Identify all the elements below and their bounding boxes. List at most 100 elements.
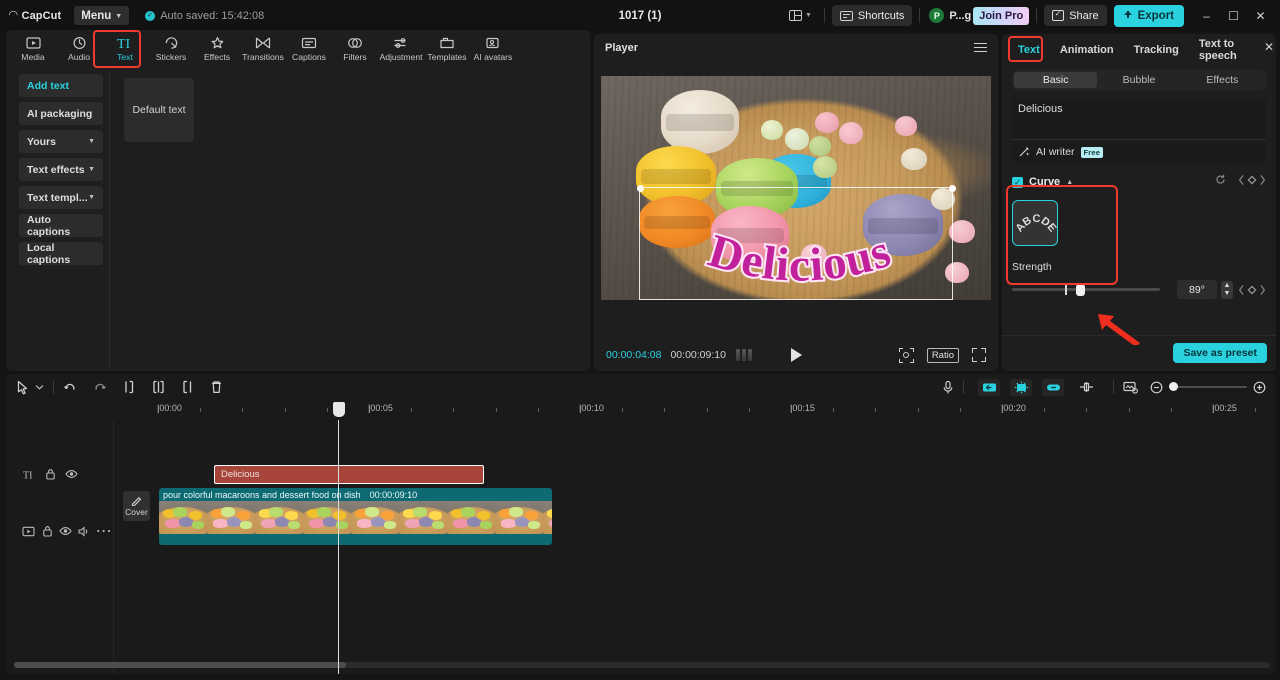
- sidebar-item-text-effects[interactable]: Text effects ▼: [19, 158, 103, 181]
- zoom-in-icon[interactable]: [1253, 381, 1266, 394]
- video-clip[interactable]: pour colorful macaroons and dessert food…: [159, 488, 552, 545]
- tool-tab-adjustment[interactable]: Adjustment: [378, 31, 424, 67]
- segment-effects[interactable]: Effects: [1181, 72, 1264, 88]
- curve-preset-thumbnail[interactable]: ABCDE: [1012, 200, 1058, 246]
- strength-stepper[interactable]: ▲▼: [1221, 281, 1233, 299]
- split-clip-icon[interactable]: [1079, 381, 1094, 393]
- export-button[interactable]: Export: [1114, 5, 1184, 27]
- crop-icon[interactable]: [899, 348, 914, 363]
- horizontal-scrollbar[interactable]: [14, 662, 1270, 668]
- tab-tracking[interactable]: Tracking: [1124, 35, 1189, 65]
- keyframe-icon[interactable]: [1238, 173, 1266, 191]
- share-button[interactable]: Share: [1044, 5, 1106, 26]
- tab-animation[interactable]: Animation: [1050, 35, 1124, 65]
- playhead[interactable]: [338, 420, 339, 674]
- fullscreen-icon[interactable]: [972, 348, 986, 362]
- tool-tab-templates[interactable]: Templates: [424, 31, 470, 67]
- timeline-ruler[interactable]: |00:00 |00:05 |00:10 |00:15 |00:20 |00:2…: [6, 400, 1276, 420]
- macaron-thumb: [173, 507, 187, 517]
- divider: [53, 380, 54, 394]
- text-content-input[interactable]: Delicious: [1012, 98, 1266, 140]
- resize-handle-top-right[interactable]: [949, 185, 956, 192]
- account-button[interactable]: P P...g: [927, 8, 973, 23]
- select-tool-dropdown-icon[interactable]: [35, 384, 44, 390]
- sidebar-item-auto-captions[interactable]: Auto captions: [19, 214, 103, 237]
- zoom-slider-handle[interactable]: [1169, 382, 1178, 391]
- sidebar-item-local-captions[interactable]: Local captions: [19, 242, 103, 265]
- maximize-button[interactable]: ☐: [1220, 4, 1247, 28]
- tab-text-to-speech[interactable]: Text to speech: [1189, 35, 1270, 65]
- stepper-down-icon: ▼: [1224, 290, 1231, 297]
- shortcuts-button[interactable]: Shortcuts: [832, 5, 912, 26]
- sidebar-item-text-templates[interactable]: Text templ... ▼: [19, 186, 103, 209]
- minimize-button[interactable]: –: [1193, 4, 1220, 28]
- ruler-tick: [158, 405, 159, 413]
- resize-handle-top-left[interactable]: [637, 185, 644, 192]
- text-selection-box[interactable]: [639, 187, 953, 300]
- select-tool-icon[interactable]: [16, 380, 30, 395]
- tab-text[interactable]: Text: [1008, 35, 1050, 65]
- menu-button[interactable]: Menu ▼: [74, 6, 129, 25]
- scrollbar-thumb[interactable]: [14, 662, 346, 668]
- tool-tab-ai-avatars[interactable]: AI avatars: [470, 31, 516, 67]
- tool-tab-media[interactable]: Media: [10, 31, 56, 67]
- chevron-down-icon: ▼: [115, 13, 122, 20]
- more-options-icon[interactable]: ⋯: [94, 521, 113, 541]
- play-button[interactable]: [594, 348, 998, 362]
- split-icon[interactable]: [152, 380, 165, 394]
- cover-button[interactable]: Cover: [123, 491, 150, 521]
- tool-tab-audio[interactable]: Audio: [56, 31, 102, 67]
- player-menu-icon[interactable]: [974, 43, 987, 53]
- lock-icon[interactable]: [40, 468, 61, 480]
- sidebar-item-yours[interactable]: Yours ▼: [19, 130, 103, 153]
- layout-switch-button[interactable]: ▼: [784, 7, 817, 24]
- close-panel-icon[interactable]: ✕: [1264, 40, 1274, 54]
- thumbnail-view-icon[interactable]: [1123, 381, 1139, 394]
- chevron-up-icon[interactable]: ▲: [1066, 179, 1073, 186]
- eye-icon[interactable]: [57, 526, 76, 536]
- pencil-icon: [131, 495, 143, 506]
- strength-value[interactable]: 89°: [1177, 280, 1217, 299]
- sidebar-item-ai-packaging[interactable]: AI packaging: [19, 102, 103, 125]
- split-right-icon[interactable]: [181, 380, 194, 394]
- join-pro-button[interactable]: Join Pro: [973, 7, 1029, 25]
- strength-slider[interactable]: [1012, 288, 1160, 291]
- segment-basic[interactable]: Basic: [1014, 72, 1097, 88]
- default-text-card[interactable]: Default text: [124, 78, 194, 142]
- left-content-grid: Default text: [110, 68, 590, 371]
- tool-tab-transitions[interactable]: Transitions: [240, 31, 286, 67]
- undo-icon[interactable]: [63, 381, 77, 394]
- auto-cut-icon[interactable]: [978, 379, 1000, 396]
- sidebar-item-add-text[interactable]: Add text: [19, 74, 103, 97]
- microphone-icon[interactable]: [942, 380, 954, 395]
- playhead-handle[interactable]: [333, 402, 345, 417]
- segment-bubble[interactable]: Bubble: [1097, 72, 1180, 88]
- tool-tab-stickers[interactable]: Stickers: [148, 31, 194, 67]
- text-clip[interactable]: Delicious: [214, 465, 484, 484]
- link-clips-icon[interactable]: [1042, 379, 1064, 396]
- mute-icon[interactable]: [75, 526, 94, 537]
- timeline-zoom-slider[interactable]: [1169, 386, 1247, 389]
- curve-checkbox[interactable]: ✓: [1012, 177, 1023, 188]
- lock-icon[interactable]: [38, 525, 57, 537]
- delete-icon[interactable]: [210, 380, 223, 394]
- ai-writer-button[interactable]: AI writer Free: [1012, 140, 1266, 164]
- ruler-tick: [580, 405, 581, 413]
- tool-tab-filters[interactable]: Filters: [332, 31, 378, 67]
- split-left-icon[interactable]: [123, 380, 136, 394]
- save-as-preset-button[interactable]: Save as preset: [1173, 343, 1267, 363]
- reset-icon[interactable]: [1214, 173, 1227, 191]
- strength-keyframe-icon[interactable]: [1238, 284, 1266, 296]
- redo-icon[interactable]: [93, 381, 107, 394]
- left-nav-list: Add text AI packaging Yours ▼ Text effec…: [6, 68, 109, 371]
- auto-reframe-icon[interactable]: [1010, 379, 1032, 396]
- filmstrip-frame: [255, 501, 303, 534]
- eye-icon[interactable]: [61, 469, 82, 479]
- tool-tab-captions[interactable]: Captions: [286, 31, 332, 67]
- tool-tab-text[interactable]: TI Text: [102, 31, 148, 67]
- player-stage[interactable]: Delicious: [601, 76, 991, 300]
- zoom-out-icon[interactable]: [1150, 381, 1163, 394]
- tool-tab-effects[interactable]: Effects: [194, 31, 240, 67]
- close-button[interactable]: ✕: [1247, 4, 1274, 28]
- slider-handle[interactable]: [1076, 284, 1085, 296]
